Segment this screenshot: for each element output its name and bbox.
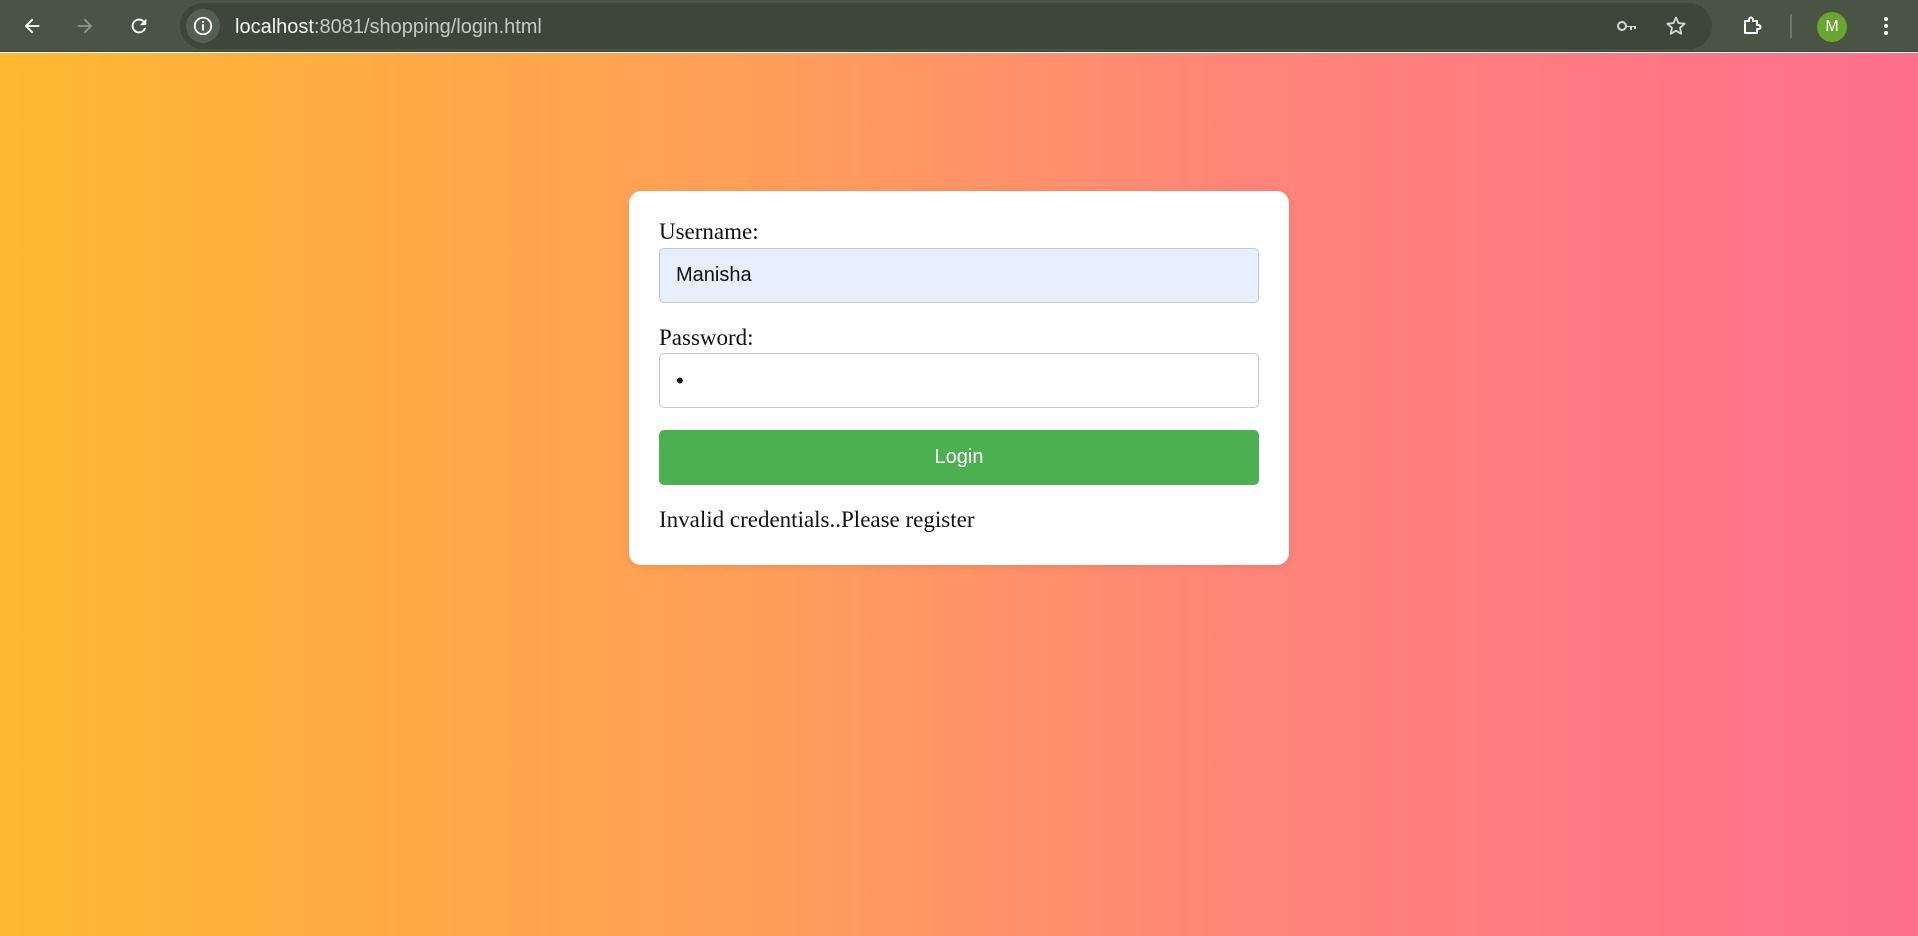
username-input[interactable]: Manisha [659, 248, 1259, 303]
puzzle-icon [1744, 16, 1762, 34]
reload-icon [131, 18, 147, 34]
info-icon [193, 16, 213, 36]
url-text[interactable]: localhost:8081/shopping/login.html [235, 16, 542, 39]
kebab-menu-icon [1884, 17, 1888, 35]
extensions-button[interactable] [1736, 10, 1768, 42]
back-button[interactable] [15, 9, 49, 43]
error-message: Invalid credentials..Please register [659, 507, 975, 532]
profile-avatar[interactable]: M [1817, 12, 1847, 42]
url-path: :8081/shopping/login.html [313, 16, 542, 38]
arrow-right-icon [77, 18, 93, 34]
login-card: Username: Manisha Password: • Login Inva… [629, 191, 1289, 565]
toolbar-divider [1790, 14, 1792, 38]
password-manager-button[interactable] [1612, 11, 1642, 41]
address-bar[interactable]: localhost:8081/shopping/login.html [180, 3, 1712, 49]
forward-button[interactable] [68, 9, 102, 43]
star-icon [1666, 16, 1686, 35]
username-value: Manisha [676, 264, 752, 286]
key-icon [1617, 21, 1636, 31]
reload-button[interactable] [122, 9, 156, 43]
bookmark-button[interactable] [1661, 11, 1691, 41]
username-label: Username: [659, 219, 759, 244]
browser-toolbar: localhost:8081/shopping/login.html M [0, 0, 1918, 52]
page-viewport: Username: Manisha Password: • Login Inva… [0, 53, 1918, 936]
site-info-button[interactable] [186, 9, 220, 43]
password-label: Password: [659, 325, 754, 350]
password-input[interactable]: • [659, 353, 1259, 408]
password-value: • [676, 367, 684, 393]
url-host: localhost [235, 16, 314, 38]
login-button[interactable]: Login [659, 430, 1259, 485]
arrow-left-icon [24, 18, 40, 34]
browser-menu-button[interactable] [1870, 10, 1902, 42]
